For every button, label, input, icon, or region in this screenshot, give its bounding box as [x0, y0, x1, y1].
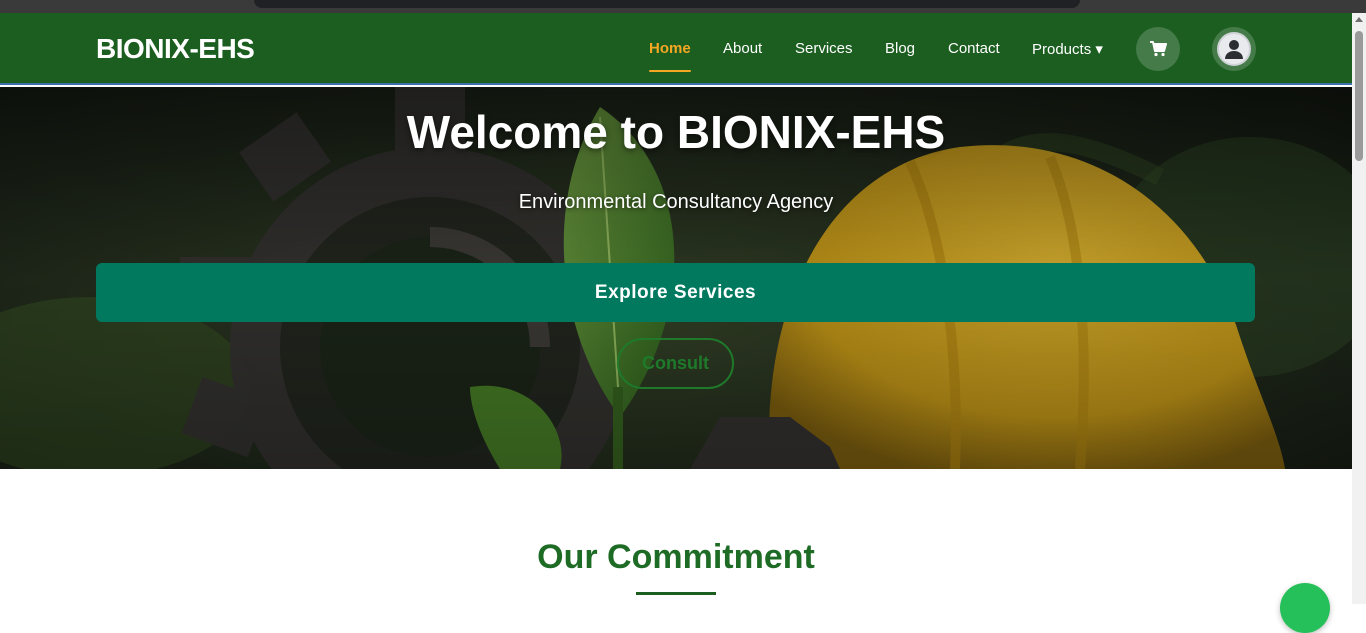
hero-subtitle: Environmental Consultancy Agency — [518, 191, 834, 213]
nav-link-about[interactable]: About — [723, 40, 762, 57]
section-title-commitment: Our Commitment — [537, 538, 815, 576]
nav-link-home[interactable]: Home — [649, 40, 691, 57]
nav-link-services[interactable]: Services — [795, 40, 853, 57]
nav-link-contact[interactable]: Contact — [948, 40, 1000, 57]
consult-button[interactable]: Consult — [617, 338, 734, 389]
explore-services-button[interactable]: Explore Services — [96, 263, 1255, 322]
scroll-up-arrow-icon[interactable] — [1355, 17, 1363, 22]
nav-link-products-dropdown[interactable]: Products ▾ — [1032, 40, 1103, 58]
section-title-underline — [636, 592, 716, 595]
chat-floating-button[interactable] — [1280, 583, 1330, 633]
user-avatar-icon — [1225, 40, 1243, 59]
hero-section: Welcome to BIONIX-EHS Environmental Cons… — [0, 87, 1352, 469]
user-account-button[interactable] — [1212, 27, 1256, 71]
nav-link-blog[interactable]: Blog — [885, 40, 915, 57]
avatar — [1217, 32, 1251, 66]
brand-logo[interactable]: BIONIX-EHS — [96, 33, 255, 65]
cart-button[interactable] — [1136, 27, 1180, 71]
active-nav-indicator — [649, 70, 691, 72]
browser-address-bar[interactable] — [254, 0, 1080, 8]
page-scrollbar[interactable] — [1352, 13, 1366, 604]
cart-icon — [1150, 41, 1167, 57]
hero-title: Welcome to BIONIX-EHS — [406, 106, 946, 158]
site-header: BIONIX-EHS Home About Services Blog Cont… — [0, 13, 1352, 85]
scrollbar-thumb[interactable] — [1355, 31, 1363, 161]
browser-top-strip — [0, 0, 1366, 13]
